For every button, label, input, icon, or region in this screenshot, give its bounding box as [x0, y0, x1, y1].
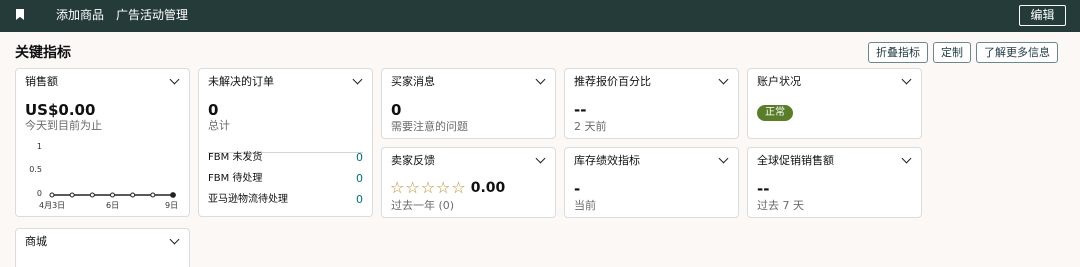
- sales-data-point[interactable]: [130, 192, 136, 198]
- featured-offer-subtitle: 2 天前: [574, 120, 607, 133]
- card-title: 账户状况: [757, 75, 801, 88]
- card-store[interactable]: 商城: [15, 228, 190, 267]
- card-title: 商城: [25, 235, 47, 248]
- rating-value: 0.00: [470, 180, 506, 196]
- x-tick-label: 9日: [165, 201, 179, 210]
- status-badge: 正常: [757, 105, 793, 121]
- card-title: 买家消息: [391, 75, 435, 88]
- order-row-value[interactable]: 0: [356, 151, 363, 164]
- star-outline-icon: ☆: [451, 178, 466, 197]
- nav-link-add-product[interactable]: 添加商品: [56, 7, 104, 23]
- featured-offer-value: --: [574, 101, 587, 119]
- chevron-down-icon[interactable]: [169, 74, 180, 85]
- sales-data-point[interactable]: [170, 192, 176, 198]
- sales-data-point[interactable]: [110, 192, 115, 198]
- star-outline-icon: ☆: [436, 178, 451, 197]
- learn-more-button[interactable]: 了解更多信息: [976, 42, 1058, 63]
- sales-subtitle: 今天到目前为止: [25, 119, 102, 132]
- card-global-promotions[interactable]: 全球促销销售额 -- 过去 7 天: [747, 147, 922, 218]
- sales-chart: 1 0.5 0 4月3日 6日 9日: [16, 139, 191, 215]
- star-rating: ☆ ☆ ☆ ☆ ☆ 0.00: [390, 178, 506, 197]
- inventory-value: -: [574, 180, 581, 198]
- chevron-down-icon[interactable]: [535, 74, 546, 85]
- x-tick-label: 4月3日: [39, 201, 66, 210]
- buyer-messages-value: 0: [391, 101, 402, 119]
- sales-data-point[interactable]: [49, 192, 55, 198]
- collapse-metrics-button[interactable]: 折叠指标: [868, 42, 928, 63]
- chevron-down-icon[interactable]: [901, 74, 912, 85]
- seller-feedback-subtitle: 过去一年 (0): [391, 199, 455, 212]
- card-seller-feedback[interactable]: 卖家反馈 ☆ ☆ ☆ ☆ ☆ 0.00 过去一年 (0): [381, 147, 556, 218]
- order-row-label: FBM 待处理: [208, 173, 263, 184]
- order-row-label: FBM 未发货: [208, 152, 263, 163]
- orders-value: 0: [208, 101, 219, 119]
- card-inventory-performance[interactable]: 库存绩效指标 - 当前: [564, 147, 739, 218]
- section-title: 关键指标: [15, 45, 71, 61]
- sales-data-point[interactable]: [69, 192, 75, 198]
- order-row-label: 亚马逊物流待处理: [208, 194, 288, 205]
- card-account-health[interactable]: 账户状况 正常: [747, 68, 922, 139]
- order-row-value[interactable]: 0: [356, 193, 363, 206]
- nav-link-campaign-manager[interactable]: 广告活动管理: [116, 7, 188, 23]
- buyer-messages-subtitle: 需要注意的问题: [391, 120, 468, 133]
- card-buyer-messages[interactable]: 买家消息 0 需要注意的问题: [381, 68, 556, 139]
- card-featured-offer[interactable]: 推荐报价百分比 -- 2 天前: [564, 68, 739, 139]
- customize-button[interactable]: 定制: [933, 42, 971, 63]
- chevron-down-icon[interactable]: [169, 234, 180, 245]
- sales-data-point[interactable]: [89, 192, 95, 198]
- star-outline-icon: ☆: [420, 178, 436, 197]
- global-promo-value: --: [757, 180, 770, 198]
- card-title: 未解决的订单: [208, 75, 274, 88]
- card-sales[interactable]: 销售额 US$0.00 今天到目前为止 1 0.5 0 4月3日 6日 9日: [15, 68, 190, 217]
- card-title: 卖家反馈: [391, 154, 435, 167]
- chevron-down-icon[interactable]: [718, 74, 729, 85]
- orders-subtitle: 总计: [208, 119, 230, 132]
- chevron-down-icon[interactable]: [535, 153, 546, 164]
- sales-value: US$0.00: [25, 101, 96, 119]
- card-title: 库存绩效指标: [574, 154, 640, 167]
- star-outline-icon: ☆: [405, 178, 420, 197]
- sales-data-point[interactable]: [150, 192, 156, 198]
- chevron-down-icon[interactable]: [352, 74, 363, 85]
- chevron-down-icon[interactable]: [901, 153, 912, 164]
- order-row-value[interactable]: 0: [356, 172, 363, 185]
- card-title: 销售额: [25, 75, 58, 88]
- chevron-down-icon[interactable]: [718, 153, 729, 164]
- star-outline-icon: ☆: [390, 178, 405, 197]
- card-title: 全球促销销售额: [757, 154, 834, 167]
- inventory-subtitle: 当前: [574, 199, 596, 212]
- global-promo-subtitle: 过去 7 天: [757, 199, 804, 212]
- top-nav-bar: 添加商品 广告活动管理 编辑: [0, 0, 1080, 32]
- card-title: 推荐报价百分比: [574, 75, 651, 88]
- edit-button[interactable]: 编辑: [1019, 5, 1066, 26]
- card-open-orders[interactable]: 未解决的订单 0 总计 FBM 未发货 0 FBM 待处理 0 亚马逊物流待处理…: [198, 68, 373, 217]
- bookmark-icon[interactable]: [16, 9, 24, 20]
- x-tick-label: 6日: [106, 201, 120, 210]
